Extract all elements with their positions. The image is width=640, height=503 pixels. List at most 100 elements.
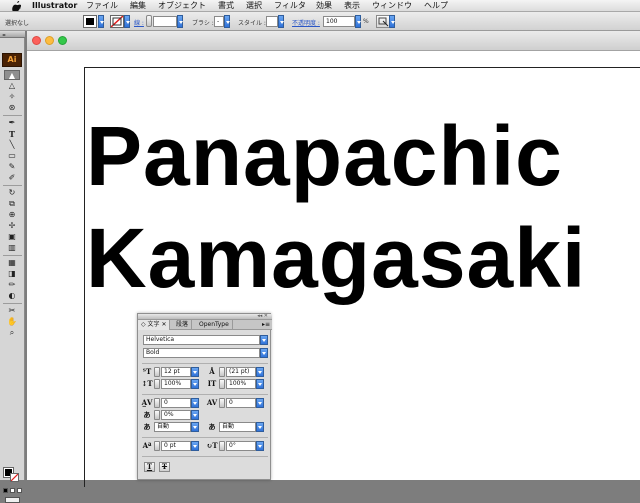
- tsume-field[interactable]: 0%: [161, 410, 191, 420]
- menu-help[interactable]: ヘルプ: [424, 0, 448, 12]
- kerning-stepper[interactable]: [154, 398, 160, 408]
- aki-left-dropdown[interactable]: [191, 422, 199, 432]
- font-size-dropdown[interactable]: [191, 367, 199, 377]
- minimize-window-button[interactable]: [45, 36, 54, 45]
- paintbrush-tool-icon[interactable]: ✎: [4, 162, 20, 172]
- menu-filter[interactable]: フィルタ: [274, 0, 306, 12]
- apple-icon[interactable]: [12, 0, 22, 12]
- tracking-stepper[interactable]: [219, 398, 225, 408]
- menu-effect[interactable]: 効果: [316, 0, 332, 12]
- aki-right-field[interactable]: 自動: [219, 422, 256, 432]
- lasso-tool-icon[interactable]: ⊛: [4, 103, 20, 113]
- strikethrough-button[interactable]: T: [159, 462, 170, 472]
- direct-selection-tool-icon[interactable]: △: [4, 81, 20, 91]
- pencil-tool-icon[interactable]: ✐: [4, 173, 20, 183]
- collapse-icon[interactable]: ◂▸: [2, 32, 6, 37]
- vertical-scale-dropdown[interactable]: [191, 379, 199, 389]
- app-name[interactable]: Illustrator: [32, 0, 77, 12]
- tab-character[interactable]: ◇ 文字 ✕: [138, 320, 171, 330]
- scale-tool-icon[interactable]: ⧉: [4, 199, 20, 209]
- zoom-tool-icon[interactable]: ⌕: [4, 328, 20, 338]
- tracking-field[interactable]: 0: [226, 398, 256, 408]
- kerning-dropdown[interactable]: [191, 398, 199, 408]
- hand-tool-icon[interactable]: ✋: [4, 317, 20, 327]
- leading-dropdown[interactable]: [256, 367, 264, 377]
- menu-view[interactable]: 表示: [344, 0, 360, 12]
- line-segment-tool-icon[interactable]: ╲: [4, 140, 20, 150]
- close-window-button[interactable]: [32, 36, 41, 45]
- character-rotation-dropdown[interactable]: [256, 441, 264, 451]
- panel-collapse-icon[interactable]: ◂◂ ✕: [257, 313, 268, 319]
- kerning-field[interactable]: 0: [161, 398, 191, 408]
- horizontal-scale-stepper[interactable]: [219, 379, 225, 389]
- type-tool-icon[interactable]: T: [4, 129, 20, 139]
- aki-left-field[interactable]: 自動: [154, 422, 191, 432]
- baseline-shift-dropdown[interactable]: [191, 441, 199, 451]
- gradient-mode-icon[interactable]: [10, 488, 15, 493]
- font-size-stepper[interactable]: [154, 367, 160, 377]
- free-transform-tool-icon[interactable]: ✢: [4, 221, 20, 231]
- horizontal-scale-field[interactable]: 100%: [226, 379, 256, 389]
- font-style-dropdown[interactable]: [260, 348, 268, 358]
- symbol-sprayer-tool-icon[interactable]: ▣: [4, 232, 20, 242]
- font-style-field[interactable]: Bold: [143, 348, 260, 358]
- warp-tool-icon[interactable]: ⊕: [4, 210, 20, 220]
- character-rotation-field[interactable]: 0°: [226, 441, 256, 451]
- color-mode-icon[interactable]: [3, 488, 8, 493]
- baseline-shift-stepper[interactable]: [154, 441, 160, 451]
- eyedropper-tool-icon[interactable]: ✏: [4, 280, 20, 290]
- style-dropdown[interactable]: [278, 15, 284, 28]
- none-mode-icon[interactable]: [17, 488, 22, 493]
- mesh-tool-icon[interactable]: ▦: [4, 258, 20, 268]
- zoom-window-button[interactable]: [58, 36, 67, 45]
- gradient-tool-icon[interactable]: ◨: [4, 269, 20, 279]
- style-field[interactable]: [266, 16, 278, 27]
- stroke-weight-stepper[interactable]: [146, 15, 152, 27]
- tsume-stepper[interactable]: [154, 410, 160, 420]
- rotate-tool-icon[interactable]: ↻: [4, 188, 20, 198]
- vertical-scale-field[interactable]: 100%: [161, 379, 191, 389]
- menu-select[interactable]: 選択: [246, 0, 262, 12]
- brush-dropdown[interactable]: [224, 15, 230, 28]
- blend-tool-icon[interactable]: ◐: [4, 291, 20, 301]
- fill-dropdown[interactable]: [98, 15, 104, 28]
- leading-field[interactable]: (21 pt): [226, 367, 256, 377]
- tab-paragraph[interactable]: 段落: [173, 320, 193, 330]
- stroke-weight-field[interactable]: [153, 16, 177, 27]
- menu-edit[interactable]: 編集: [130, 0, 146, 12]
- opacity-dropdown[interactable]: [355, 15, 361, 28]
- transform-icon[interactable]: [376, 15, 390, 28]
- document-title-bar[interactable]: [27, 31, 640, 51]
- column-graph-tool-icon[interactable]: ▥: [4, 243, 20, 253]
- horizontal-scale-dropdown[interactable]: [256, 379, 264, 389]
- stroke-weight-label[interactable]: 線 :: [134, 18, 144, 27]
- stroke-dropdown[interactable]: [124, 15, 130, 28]
- vertical-scale-stepper[interactable]: [154, 379, 160, 389]
- scissors-tool-icon[interactable]: ✂: [4, 306, 20, 316]
- brush-field[interactable]: -: [214, 16, 224, 27]
- underline-button[interactable]: T: [144, 462, 155, 472]
- font-family-dropdown[interactable]: [260, 335, 268, 345]
- tools-panel-grip[interactable]: ◂▸: [0, 31, 25, 38]
- tracking-dropdown[interactable]: [256, 398, 264, 408]
- font-size-field[interactable]: 12 pt: [161, 367, 191, 377]
- pen-tool-icon[interactable]: ✒: [4, 118, 20, 128]
- menu-type[interactable]: 書式: [218, 0, 234, 12]
- stroke-weight-dropdown[interactable]: [177, 15, 183, 28]
- fill-color-swatch[interactable]: [83, 15, 97, 28]
- screen-mode-icon[interactable]: [5, 497, 20, 503]
- artwork-text-line-2[interactable]: Kamagasaki: [86, 216, 586, 300]
- transform-dropdown[interactable]: [389, 15, 395, 28]
- magic-wand-tool-icon[interactable]: ✧: [4, 92, 20, 102]
- font-family-field[interactable]: Helvetica: [143, 335, 260, 345]
- baseline-shift-field[interactable]: 0 pt: [161, 441, 191, 451]
- menu-object[interactable]: オブジェクト: [158, 0, 206, 12]
- artwork-text-line-1[interactable]: Panapachic: [86, 114, 563, 198]
- character-rotation-stepper[interactable]: [219, 441, 225, 451]
- stroke-color-box[interactable]: [10, 473, 19, 482]
- opacity-field[interactable]: 100: [323, 16, 355, 27]
- leading-stepper[interactable]: [219, 367, 225, 377]
- tsume-dropdown[interactable]: [191, 410, 199, 420]
- selection-tool-icon[interactable]: ▲: [4, 70, 20, 80]
- stroke-color-swatch[interactable]: [110, 15, 124, 28]
